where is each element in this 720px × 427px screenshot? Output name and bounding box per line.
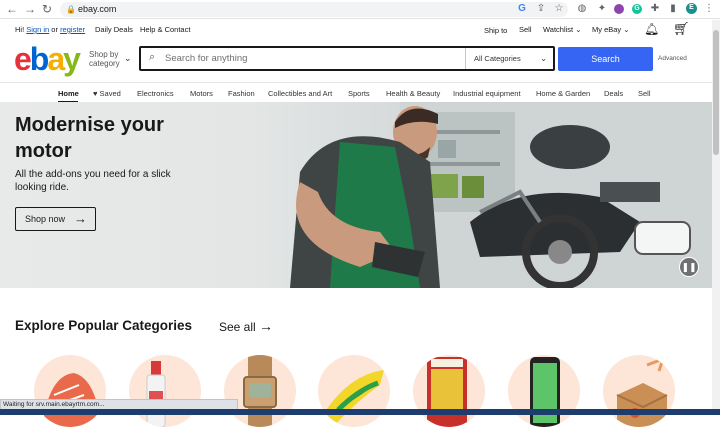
nav-item-sell[interactable]: Sell [638,89,651,98]
search-input[interactable]: Search for anything [165,53,247,64]
notification-bell-icon[interactable]: 🔔︎ [644,22,659,36]
category-label: category [89,58,120,68]
logo-letter-a: a [47,41,65,77]
grammarly-icon[interactable]: G [632,4,642,14]
sell-link[interactable]: Sell [519,25,532,34]
search-box[interactable]: ⌕ Search for anything All Categories ⌄ [139,46,555,71]
category-select[interactable]: All Categories ⌄ [465,48,553,69]
nav-item-health-beauty[interactable]: Health & Beauty [386,89,440,98]
sneaker-image [42,373,100,427]
category-beauty[interactable] [129,355,201,427]
nav-item-electronics[interactable]: Electronics [137,89,174,98]
os-taskbar [0,409,720,415]
extensions-puzzle-icon[interactable]: ✚ [649,3,661,15]
register-link[interactable]: register [60,25,85,34]
category-shipping[interactable] [603,355,675,427]
google-icon[interactable]: G [516,3,528,15]
hero-title: Modernise your motor [15,112,164,164]
ebay-top-bar: Hi! Sign in or register Daily Deals Help… [0,20,710,38]
heart-icon: ♥ [93,89,98,98]
nav-item-home-garden[interactable]: Home & Garden [536,89,590,98]
ship-to-link[interactable]: Ship to [484,26,507,35]
nav-item-saved-label: Saved [99,89,121,98]
help-contact-link[interactable]: Help & Contact [140,25,190,34]
my-ebay-link[interactable]: My eBay ⌄ [592,25,630,34]
category-sports[interactable] [318,355,390,427]
advanced-search-link[interactable]: Advanced [658,55,687,62]
chevron-down-icon: ⌄ [540,54,547,63]
see-all-link[interactable]: See all → [219,318,273,334]
category-watches[interactable] [224,355,296,427]
shop-by-category-button[interactable]: Shop by category [89,50,120,68]
category-sneakers[interactable] [34,355,106,427]
hero-subtitle: All the add-ons you need for a slick loo… [15,169,171,193]
reload-icon[interactable]: ↻ [40,2,54,16]
category-comics[interactable] [413,355,485,427]
pause-icon[interactable]: ❚❚ [679,257,699,277]
search-button[interactable]: Search [558,47,653,71]
hero-title-line1: Modernise your [15,114,164,136]
logo-letter-e: e [14,41,32,77]
sidebar-icon[interactable]: ▮ [667,3,679,15]
profile-avatar[interactable]: E [686,3,697,14]
extension-color-icon[interactable] [614,4,624,14]
watch-image [243,355,277,427]
page-scrollbar[interactable] [712,20,720,409]
nav-item-industrial[interactable]: Industrial equipment [453,89,521,98]
daily-deals-link[interactable]: Daily Deals [95,25,133,34]
category-phones[interactable] [508,355,580,427]
greeting-line: Hi! Sign in or register [15,25,85,34]
watchlist-link[interactable]: Watchlist ⌄ [543,25,582,34]
greeting: Hi! [15,25,25,34]
arrow-right-icon: → [259,318,274,334]
nav-item-saved[interactable]: ♥ Saved [93,89,121,98]
comic-book-image [427,357,467,427]
kayak-image [323,370,384,427]
nav-item-collectibles[interactable]: Collectibles and Art [268,89,332,98]
logo-letter-y: y [63,41,81,77]
nav-item-fashion[interactable]: Fashion [228,89,255,98]
nav-item-deals[interactable]: Deals [604,89,623,98]
chevron-down-icon: ⌄ [575,25,582,34]
search-icon: ⌕ [149,51,156,63]
forward-icon[interactable]: → [23,2,37,16]
smartphone-image [530,357,560,427]
share-icon[interactable]: ⇪ [535,3,547,15]
extension-spark-icon[interactable]: ✦ [596,3,608,15]
nav-item-sports[interactable]: Sports [348,89,370,98]
chevron-down-icon[interactable]: ⌄ [124,53,132,64]
serum-bottle-image [146,361,166,427]
back-icon[interactable]: ← [5,2,19,16]
shop-now-button[interactable]: Shop now → [15,207,96,231]
nav-item-home[interactable]: Home [58,89,79,98]
see-all-label: See all [219,320,256,334]
globe-icon[interactable]: ◍ [576,3,588,15]
parcel-image [616,356,668,427]
chevron-down-icon: ⌄ [623,25,630,34]
category-nav: Home ♥ Saved Electronics Motors Fashion … [0,82,712,103]
browser-toolbar: ← → ↻ 🔒 ebay.com G ⇪ ☆ ◍ ✦ G ✚ ▮ E ⋮ [0,0,720,19]
my-ebay-label: My eBay [592,25,622,34]
url-text: ebay.com [78,4,117,14]
popular-categories-heading: Explore Popular Categories [15,318,193,333]
sign-in-link[interactable]: Sign in [26,25,49,34]
menu-dots-icon[interactable]: ⋮ [703,3,715,15]
lock-icon: 🔒 [66,5,76,14]
shop-now-label: Shop now [25,214,66,224]
category-select-value: All Categories [474,54,521,63]
logo-letter-b: b [29,41,49,77]
cart-icon[interactable]: 🛒︎ [673,21,690,37]
watchlist-label: Watchlist [543,25,574,34]
nav-item-motors[interactable]: Motors [190,89,213,98]
hero-title-line2: motor [15,140,72,162]
bookmark-star-icon[interactable]: ☆ [553,3,565,15]
address-bar[interactable]: 🔒 ebay.com [60,2,568,17]
or-text: or [51,25,58,34]
arrow-right-icon: → [74,211,87,226]
ebay-logo[interactable]: ebay [14,41,81,77]
hero-banner[interactable]: Modernise your motor All the add-ons you… [0,102,712,288]
scrollbar-thumb[interactable] [713,30,719,155]
